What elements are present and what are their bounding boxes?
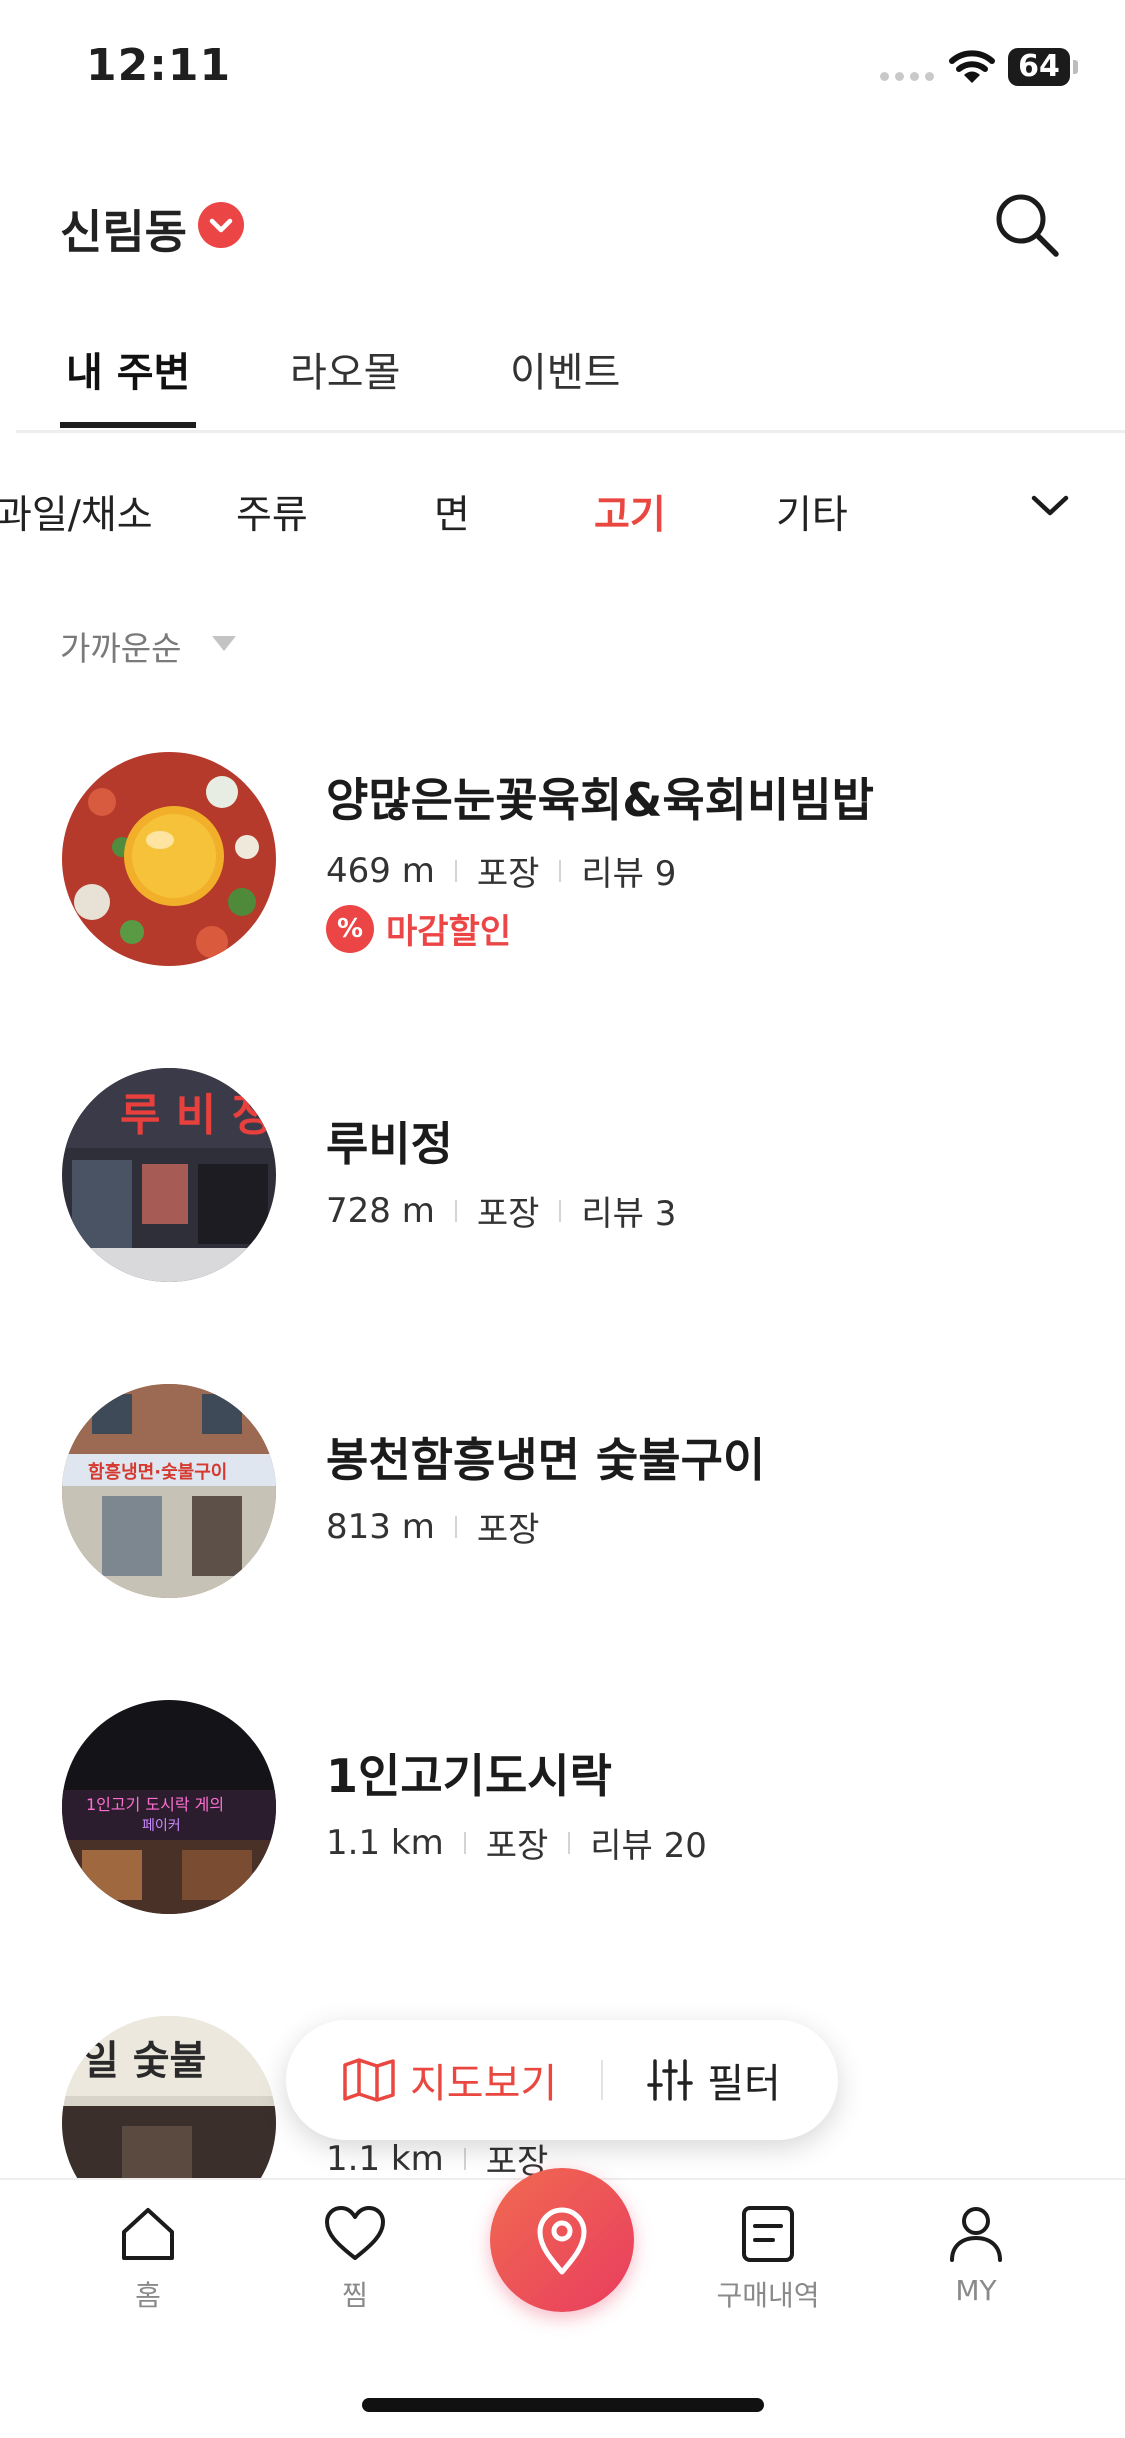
store-distance: 469 m <box>326 850 435 891</box>
store-meta: 813 m 포장 <box>326 1502 539 1551</box>
nav-home-label: 홈 <box>135 2279 161 2312</box>
active-tab-indicator <box>60 422 196 428</box>
category-noodles[interactable]: 면 <box>434 484 470 540</box>
store-meta: 728 m 포장 리뷰 3 <box>326 1186 676 1235</box>
meta-divider <box>463 2147 466 2170</box>
person-icon <box>950 2207 1002 2262</box>
filter-label: 필터 <box>707 2061 781 2107</box>
meta-divider <box>463 1831 466 1854</box>
sort-dropdown[interactable]: 가까운순 <box>60 622 181 670</box>
svg-text:루 비 정: 루 비 정 <box>120 1090 272 1141</box>
store-pickup: 포장 <box>476 854 540 894</box>
pill-divider <box>601 2060 604 2100</box>
svg-text:일 숯불: 일 숯불 <box>82 2038 206 2084</box>
map-view-button[interactable]: 지도보기 <box>342 2051 557 2109</box>
nav-map-center[interactable] <box>490 2168 634 2312</box>
store-review: 리뷰 3 <box>581 1194 677 1234</box>
meta-divider <box>568 1831 571 1854</box>
nav-orders[interactable]: 구매내역 <box>698 2204 838 2314</box>
receipt-icon <box>742 2206 794 2262</box>
category-etc[interactable]: 기타 <box>776 484 848 540</box>
store-thumbnail[interactable]: 1인고기 도시락 게의 페이커 <box>62 1700 276 1914</box>
meta-divider <box>454 1515 457 1538</box>
store-distance: 1.1 km <box>326 2138 444 2179</box>
map-view-label: 지도보기 <box>410 2061 558 2107</box>
filter-button[interactable]: 필터 <box>647 2051 781 2109</box>
store-distance: 813 m <box>326 1506 435 1547</box>
chevron-down-icon[interactable] <box>1026 486 1074 526</box>
home-icon <box>122 2208 174 2260</box>
status-time: 12:11 <box>86 40 232 91</box>
store-review: 리뷰 9 <box>581 854 677 894</box>
store-name[interactable]: 루비정 <box>326 1108 453 1174</box>
store-meta: 1.1 km 포장 리뷰 20 <box>326 1818 707 1867</box>
store-distance: 728 m <box>326 1190 435 1231</box>
percent-icon: % <box>326 904 374 953</box>
wifi-icon <box>949 50 995 83</box>
meta-divider <box>454 1199 457 1222</box>
discount-badge: % 마감할인 <box>326 904 511 953</box>
map-icon <box>343 2058 395 2102</box>
store-review: 리뷰 20 <box>590 1826 707 1866</box>
meta-divider <box>559 1199 562 1222</box>
store-name[interactable]: 봉천함흥냉면 숯불구이 <box>326 1424 765 1490</box>
store-thumbnail[interactable] <box>62 752 276 966</box>
battery-indicator: 64 <box>1008 48 1070 86</box>
store-thumbnail[interactable]: 루 비 정 <box>62 1068 276 1282</box>
svg-text:함흥냉면·숯불구이: 함흥냉면·숯불구이 <box>88 1461 227 1483</box>
store-meta: 469 m 포장 리뷰 9 <box>326 846 676 895</box>
store-distance: 1.1 km <box>326 1822 444 1863</box>
meta-divider <box>454 859 457 882</box>
svg-text:1인고기 도시락 게의: 1인고기 도시락 게의 <box>86 1795 224 1814</box>
discount-label: 마감할인 <box>386 912 512 952</box>
home-indicator <box>362 2398 764 2412</box>
tab-divider <box>16 430 1125 433</box>
tab-nearby[interactable]: 내 주변 <box>66 340 190 398</box>
meta-divider <box>559 859 562 882</box>
location-pin-icon <box>537 2207 587 2275</box>
store-name[interactable]: 양많은눈꽃육회&육회비빔밥 <box>326 764 874 830</box>
category-alcohol[interactable]: 주류 <box>236 484 308 540</box>
battery-cap <box>1073 60 1078 74</box>
svg-text:페이커: 페이커 <box>142 1818 181 1834</box>
floating-actions: 지도보기 필터 <box>286 2020 838 2140</box>
cellular-signal-icon <box>880 72 934 82</box>
category-fruit-veg[interactable]: 과일/채소 <box>0 484 153 540</box>
nav-favorites[interactable]: 찜 <box>285 2204 425 2314</box>
nav-my[interactable]: MY <box>906 2204 1046 2307</box>
search-icon[interactable] <box>990 188 1064 262</box>
nav-orders-label: 구매내역 <box>716 2279 820 2312</box>
nav-home[interactable]: 홈 <box>78 2204 218 2314</box>
store-name[interactable]: 1인고기도시락 <box>326 1740 612 1806</box>
caret-down-icon[interactable] <box>212 636 236 651</box>
category-meat[interactable]: 고기 <box>594 484 666 540</box>
nav-my-label: MY <box>955 2274 997 2307</box>
tab-event[interactable]: 이벤트 <box>510 340 620 398</box>
location-selector[interactable]: 신림동 <box>60 196 187 262</box>
store-pickup: 포장 <box>476 1510 540 1550</box>
chevron-down-icon[interactable] <box>198 202 244 248</box>
store-pickup: 포장 <box>476 1194 540 1234</box>
tab-raomall[interactable]: 라오몰 <box>290 340 400 398</box>
heart-icon <box>325 2206 385 2260</box>
store-thumbnail[interactable]: 함흥냉면·숯불구이 <box>62 1384 276 1598</box>
nav-favorites-label: 찜 <box>342 2279 368 2312</box>
filter-sliders-icon <box>647 2059 693 2101</box>
store-pickup: 포장 <box>485 1826 549 1866</box>
